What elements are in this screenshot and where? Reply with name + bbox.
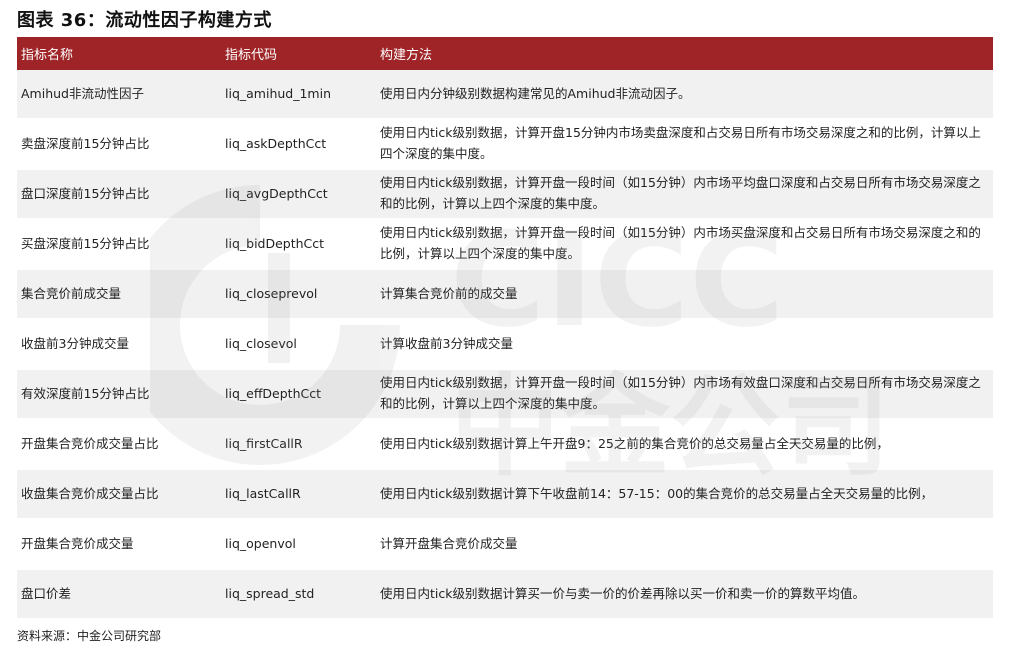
indicator-name-cell: 买盘深度前15分钟占比: [17, 219, 221, 270]
construction-method-cell: 计算集合竞价前的成交量: [376, 269, 993, 320]
indicator-code-cell: liq_avgDepthCct: [221, 169, 376, 220]
construction-method-cell: 使用日内tick级别数据，计算开盘15分钟内市场卖盘深度和占交易日所有市场交易深…: [376, 119, 993, 170]
indicator-code-cell: liq_closevol: [221, 319, 376, 370]
indicator-code-cell: liq_spread_std: [221, 569, 376, 620]
table-row: 买盘深度前15分钟占比 liq_bidDepthCct 使用日内tick级别数据，计…: [17, 219, 993, 270]
indicator-code-cell: liq_askDepthCct: [221, 119, 376, 170]
construction-method-cell: 使用日内tick级别数据，计算开盘一段时间（如15分钟）内市场买盘深度和占交易日…: [376, 219, 993, 270]
table-row: 开盘集合竞价成交量占比 liq_firstCallR 使用日内tick级别数据计算上…: [17, 419, 993, 470]
indicator-name-cell: Amihud非流动性因子: [17, 70, 221, 120]
table-row: 盘口价差 liq_spread_std 使用日内tick级别数据计算买一价与卖一价的…: [17, 569, 993, 620]
indicator-name-cell: 收盘前3分钟成交量: [17, 319, 221, 370]
factor-table: 指标名称 指标代码 构建方法 Amihud非流动性因子 liq_amihud_1m…: [17, 37, 993, 620]
indicator-name-cell: 盘口深度前15分钟占比: [17, 169, 221, 220]
indicator-code-cell: liq_firstCallR: [221, 419, 376, 470]
source-note: 资料来源：中金公司研究部: [17, 629, 162, 643]
indicator-code-cell: liq_openvol: [221, 519, 376, 570]
indicator-code-cell: liq_bidDepthCct: [221, 219, 376, 270]
indicator-code-cell: liq_closeprevol: [221, 269, 376, 320]
indicator-code-cell: liq_amihud_1min: [221, 70, 376, 120]
indicator-code-cell: liq_lastCallR: [221, 469, 376, 520]
header-indicator-code: 指标代码: [221, 37, 376, 70]
table-header-row: 指标名称 指标代码 构建方法: [17, 37, 993, 70]
table-row: 收盘前3分钟成交量 liq_closevol 计算收盘前3分钟成交量: [17, 319, 993, 370]
indicator-name-cell: 开盘集合竞价成交量: [17, 519, 221, 570]
table-row: 集合竞价前成交量 liq_closeprevol 计算集合竞价前的成交量: [17, 269, 993, 320]
table-row: 开盘集合竞价成交量 liq_openvol 计算开盘集合竞价成交量: [17, 519, 993, 570]
construction-method-cell: 使用日内tick级别数据计算上午开盘9：25之前的集合竞价的总交易量占全天交易量…: [376, 419, 993, 470]
indicator-name-cell: 盘口价差: [17, 569, 221, 620]
construction-method-cell: 使用日内tick级别数据，计算开盘一段时间（如15分钟）内市场平均盘口深度和占交…: [376, 169, 993, 220]
construction-method-cell: 计算开盘集合竞价成交量: [376, 519, 993, 570]
construction-method-cell: 使用日内tick级别数据计算买一价与卖一价的价差再除以买一价和卖一价的算数平均值…: [376, 569, 993, 620]
construction-method-cell: 使用日内tick级别数据计算下午收盘前14：57-15：00的集合竞价的总交易量…: [376, 469, 993, 520]
construction-method-cell: 使用日内分钟级别数据构建常见的Amihud非流动因子。: [376, 70, 993, 120]
indicator-code-cell: liq_effDepthCct: [221, 369, 376, 420]
construction-method-cell: 计算收盘前3分钟成交量: [376, 319, 993, 370]
table-row: 卖盘深度前15分钟占比 liq_askDepthCct 使用日内tick级别数据，计…: [17, 119, 993, 170]
header-construction-method: 构建方法: [376, 37, 993, 70]
indicator-name-cell: 收盘集合竞价成交量占比: [17, 469, 221, 520]
indicator-name-cell: 开盘集合竞价成交量占比: [17, 419, 221, 470]
header-indicator-name: 指标名称: [17, 37, 221, 70]
construction-method-cell: 使用日内tick级别数据，计算开盘一段时间（如15分钟）内市场有效盘口深度和占交…: [376, 369, 993, 420]
indicator-name-cell: 卖盘深度前15分钟占比: [17, 119, 221, 170]
page-title: 图表 36：流动性因子构建方式: [17, 10, 272, 31]
indicator-name-cell: 有效深度前15分钟占比: [17, 369, 221, 420]
table-row: 收盘集合竞价成交量占比 liq_lastCallR 使用日内tick级别数据计算下午…: [17, 469, 993, 520]
indicator-name-cell: 集合竞价前成交量: [17, 269, 221, 320]
table-row: 盘口深度前15分钟占比 liq_avgDepthCct 使用日内tick级别数据，计…: [17, 169, 993, 220]
table-row: 有效深度前15分钟占比 liq_effDepthCct 使用日内tick级别数据，计…: [17, 369, 993, 420]
table-row: Amihud非流动性因子 liq_amihud_1min 使用日内分钟级别数据构建常…: [17, 70, 993, 120]
